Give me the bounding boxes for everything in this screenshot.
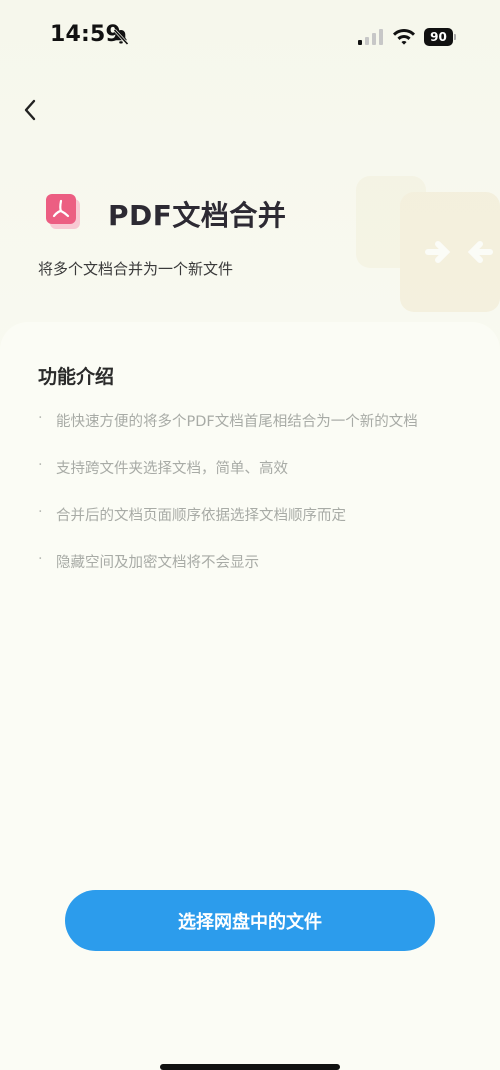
feature-text: 合并后的文档页面顺序依据选择文档顺序而定 — [56, 508, 346, 524]
bell-muted-icon — [113, 28, 129, 46]
home-indicator[interactable] — [160, 1064, 340, 1070]
list-item: · 合并后的文档页面顺序依据选择文档顺序而定 — [38, 504, 470, 551]
feature-text: 隐藏空间及加密文档将不会显示 — [56, 555, 259, 571]
signal-icon — [358, 29, 383, 45]
back-button[interactable] — [14, 94, 46, 126]
wifi-icon — [393, 29, 415, 45]
pdf-icon — [46, 194, 80, 229]
select-file-button[interactable]: 选择网盘中的文件 — [65, 890, 435, 951]
section-title: 功能介绍 — [38, 366, 115, 388]
feature-list: · 能快速方便的将多个PDF文档首尾相结合为一个新的文档 · 支持跨文件夹选择文… — [38, 410, 470, 598]
list-item: · 隐藏空间及加密文档将不会显示 — [38, 551, 470, 598]
bullet-icon: · — [38, 457, 43, 473]
header: PDF文档合并 将多个文档合并为一个新文件 — [0, 150, 500, 330]
bullet-icon: · — [38, 504, 43, 520]
battery-level: 90 — [424, 28, 453, 46]
status-bar: 14:59 90 — [0, 0, 500, 72]
page-subtitle: 将多个文档合并为一个新文件 — [38, 260, 234, 278]
list-item: · 支持跨文件夹选择文档，简单、高效 — [38, 457, 470, 504]
pdf-merge-screen: 14:59 90 PDF文档合并 将多个文档合并为一个新文件 功能介绍 · 能快… — [0, 0, 500, 1070]
merge-illustration-icon — [356, 176, 500, 312]
feature-card: 功能介绍 · 能快速方便的将多个PDF文档首尾相结合为一个新的文档 · 支持跨文… — [0, 322, 500, 1070]
battery-icon: 90 — [424, 28, 456, 46]
feature-text: 能快速方便的将多个PDF文档首尾相结合为一个新的文档 — [56, 414, 418, 430]
feature-text: 支持跨文件夹选择文档，简单、高效 — [56, 461, 288, 477]
status-time: 14:59 — [50, 22, 122, 47]
bullet-icon: · — [38, 410, 43, 426]
bullet-icon: · — [38, 551, 43, 567]
chevron-left-icon — [24, 99, 36, 121]
list-item: · 能快速方便的将多个PDF文档首尾相结合为一个新的文档 — [38, 410, 470, 457]
page-title: PDF文档合并 — [108, 199, 287, 232]
